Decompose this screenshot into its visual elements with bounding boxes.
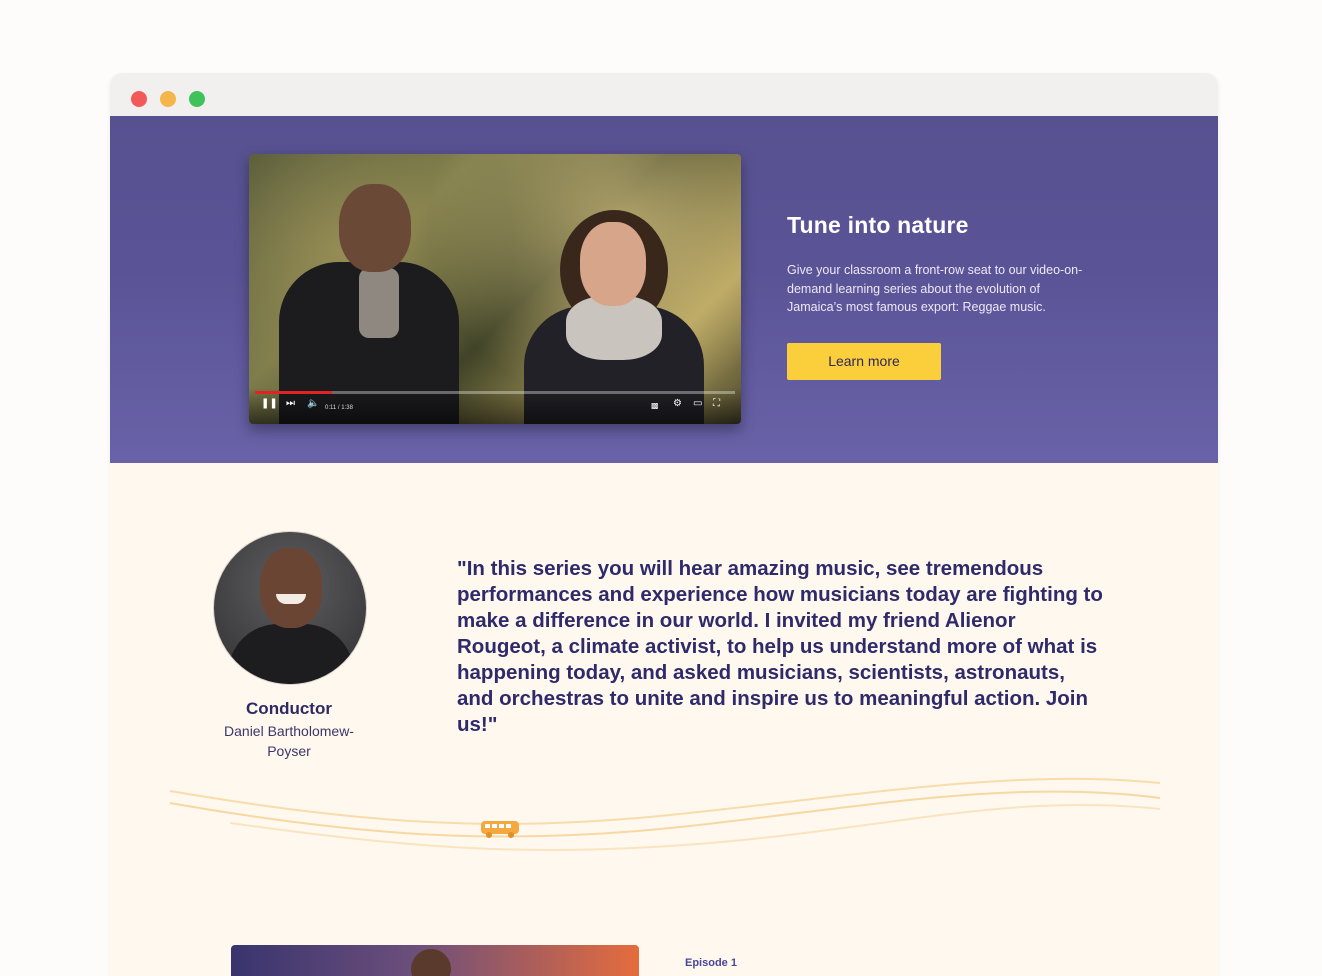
window-titlebar bbox=[110, 73, 1218, 117]
maximize-window-button[interactable] bbox=[189, 91, 205, 107]
hero-text: Tune into nature Give your classroom a f… bbox=[787, 212, 1087, 380]
testimonial-section: Conductor Daniel Bartholomew-Poyser "In … bbox=[110, 463, 1218, 976]
captions-icon[interactable]: ▩ bbox=[651, 400, 659, 412]
hero-section: ❚❚ ⏭ 🔈 0:11 / 1:38 ▩ ⚙ ▭ ⛶ Tune into nat… bbox=[110, 116, 1218, 463]
episode-thumbnail[interactable] bbox=[231, 945, 639, 976]
browser-window: ❚❚ ⏭ 🔈 0:11 / 1:38 ▩ ⚙ ▭ ⛶ Tune into nat… bbox=[110, 73, 1218, 976]
episode-label: Episode 1 bbox=[685, 957, 737, 969]
video-progress-bar[interactable] bbox=[255, 391, 735, 394]
hero-description: Give your classroom a front-row seat to … bbox=[787, 263, 1083, 314]
avatar bbox=[213, 531, 367, 685]
minimize-window-button[interactable] bbox=[160, 91, 176, 107]
settings-icon[interactable]: ⚙ bbox=[673, 398, 682, 410]
speaker-name: Daniel Bartholomew-Poyser bbox=[224, 723, 354, 759]
video-player[interactable]: ❚❚ ⏭ 🔈 0:11 / 1:38 ▩ ⚙ ▭ ⛶ bbox=[249, 154, 741, 424]
theater-icon[interactable]: ▭ bbox=[693, 398, 702, 410]
next-icon[interactable]: ⏭ bbox=[286, 398, 295, 410]
pause-icon[interactable]: ❚❚ bbox=[261, 398, 278, 410]
bus-icon bbox=[481, 821, 519, 838]
speaker-role: Conductor bbox=[246, 699, 332, 718]
testimonial-quote: "In this series you will hear amazing mu… bbox=[457, 557, 1103, 736]
video-controls: ❚❚ ⏭ 🔈 0:11 / 1:38 ▩ ⚙ ▭ ⛶ bbox=[249, 388, 741, 424]
video-time: 0:11 / 1:38 bbox=[325, 405, 353, 411]
learn-more-button[interactable]: Learn more bbox=[787, 342, 941, 380]
close-window-button[interactable] bbox=[131, 91, 147, 107]
volume-icon[interactable]: 🔈 bbox=[307, 398, 319, 410]
hero-title: Tune into nature bbox=[787, 212, 969, 238]
decorative-waves bbox=[169, 777, 1161, 852]
video-progress-fill bbox=[255, 391, 332, 394]
fullscreen-icon[interactable]: ⛶ bbox=[713, 398, 720, 410]
